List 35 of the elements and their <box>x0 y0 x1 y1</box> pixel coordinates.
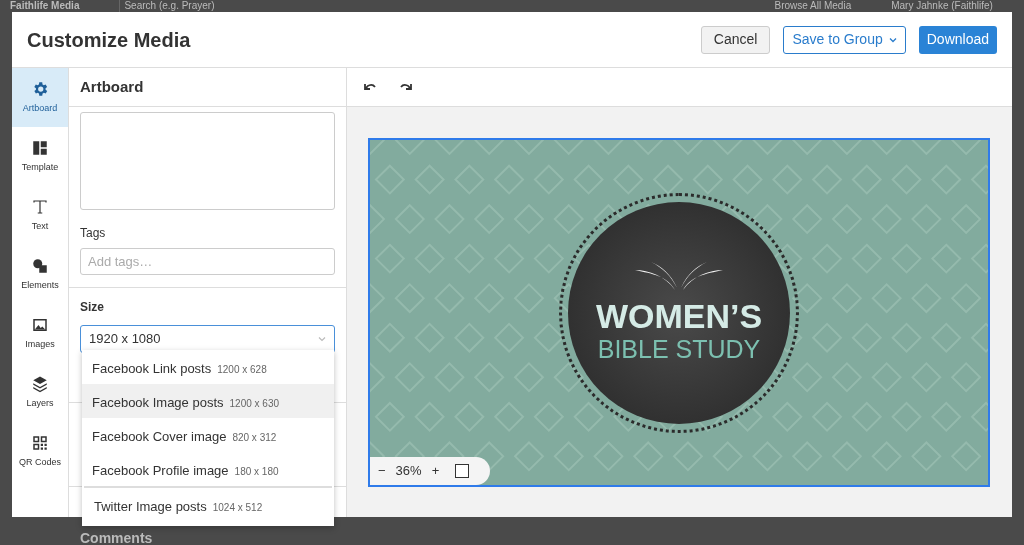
section-heading: Comments <box>80 530 153 545</box>
size-option[interactable]: Facebook Image posts 1200 x 630 <box>82 384 334 418</box>
letter-t-icon <box>31 197 49 216</box>
zoom-in-button[interactable]: + <box>431 461 440 481</box>
artwork-title: WOMEN’S <box>595 297 763 334</box>
redo-icon <box>397 81 413 93</box>
user-name: Mary Jahnke (Faithlife) <box>891 0 993 12</box>
sidebar-tab[interactable]: Artboard <box>12 68 68 127</box>
layout-icon <box>31 138 49 157</box>
size-option[interactable]: Facebook Profile image 180 x 180 <box>82 452 334 486</box>
shapes-icon <box>31 256 49 275</box>
zoom-level: 36% <box>395 462 422 481</box>
description-field[interactable] <box>80 112 335 210</box>
size-option[interactable]: Facebook Link posts 1200 x 628 <box>82 350 334 384</box>
cancel-button[interactable]: Cancel <box>700 25 771 54</box>
save-to-group-button[interactable]: Save to Group <box>783 25 906 54</box>
tags-field[interactable]: Add tags… <box>80 248 335 275</box>
qr-code-icon <box>31 433 49 452</box>
undo-button[interactable] <box>363 81 379 93</box>
download-button[interactable]: Download <box>918 25 997 54</box>
undo-icon <box>363 81 379 93</box>
artwork-subtitle: BIBLE STUDY <box>597 333 761 364</box>
brand-name: Faithlife Media <box>10 0 80 12</box>
open-book-icon <box>635 261 723 290</box>
chevron-down-icon <box>318 336 326 342</box>
size-label: Size <box>80 299 105 316</box>
dialog-title: Customize Media <box>27 27 191 53</box>
panel-title: Artboard <box>80 76 144 97</box>
zoom-out-button[interactable]: − <box>378 461 386 481</box>
fit-to-screen-button[interactable] <box>455 464 470 478</box>
chevron-down-icon <box>888 36 897 43</box>
tags-label: Tags <box>80 225 107 242</box>
redo-button[interactable] <box>397 81 413 93</box>
size-option[interactable]: Facebook Cover image 820 x 312 <box>82 418 334 452</box>
layers-icon <box>31 374 49 393</box>
